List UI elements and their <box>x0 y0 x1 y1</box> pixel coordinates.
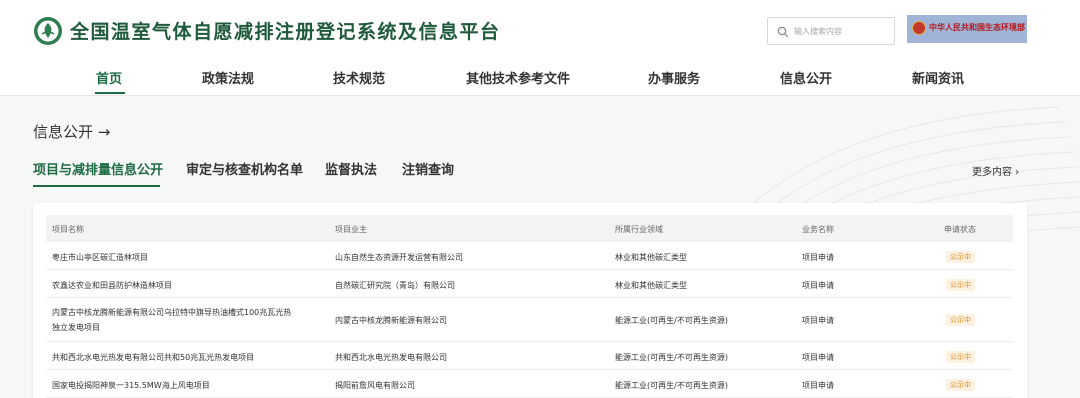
section-title-text: 信息公开 <box>33 123 94 141</box>
cell-owner: 揭阳前詹风电有限公司 <box>335 381 415 390</box>
cell-business: 项目申请 <box>802 381 834 390</box>
cell-business: 项目申请 <box>802 253 834 262</box>
nav-item-news[interactable]: 新闻资讯 <box>912 68 964 96</box>
table-row[interactable]: 农鑫达农业和田县防护林造林项目 自然碳汇研究院（青岛）有限公司 林业和其他碳汇类… <box>46 270 1013 298</box>
section-title[interactable]: 信息公开 → <box>33 121 110 142</box>
status-badge: 公示中 <box>946 279 975 291</box>
cell-business: 项目申请 <box>802 316 834 325</box>
table-row[interactable]: 枣庄市山亭区碳汇造林项目 山东自然生态资源开发运营有限公司 林业和其他碳汇类型 … <box>46 242 1013 270</box>
status-badge: 公示中 <box>946 251 975 263</box>
more-content-link[interactable]: 更多内容 › <box>972 163 1019 178</box>
search-input[interactable] <box>794 22 890 40</box>
ccer-logo-icon[interactable] <box>33 16 63 46</box>
cell-project-name-line2[interactable]: 独立发电项目 <box>52 322 100 333</box>
cell-business: 项目申请 <box>802 281 834 290</box>
status-badge: 公示中 <box>946 351 975 363</box>
tab-project-info[interactable]: 项目与减排量信息公开 <box>33 159 163 178</box>
status-badge: 公示中 <box>946 314 975 326</box>
cell-business: 项目申请 <box>802 353 834 362</box>
column-header-industry: 所属行业领域 <box>615 225 663 234</box>
subtab-active-indicator <box>33 185 160 187</box>
cell-industry: 能源工业(可再生/不可再生资源) <box>615 316 728 325</box>
table-row[interactable]: 共和西北水电光热发电有限公司共和50兆瓦光热发电项目 共和西北水电光热发电有限公… <box>46 342 1013 370</box>
nav-item-tech-spec[interactable]: 技术规范 <box>333 68 385 96</box>
cell-owner: 内蒙古中核龙腾新能源有限公司 <box>335 316 447 325</box>
cell-industry: 能源工业(可再生/不可再生资源) <box>615 353 728 362</box>
cell-owner: 山东自然生态资源开发运营有限公司 <box>335 253 463 262</box>
cell-industry: 林业和其他碳汇类型 <box>615 253 687 262</box>
cell-project-name[interactable]: 枣庄市山亭区碳汇造林项目 <box>52 252 148 263</box>
tab-supervision[interactable]: 监督执法 <box>325 159 377 178</box>
search-icon[interactable] <box>777 26 789 38</box>
nav-item-policy[interactable]: 政策法规 <box>202 68 254 96</box>
cell-owner: 自然碳汇研究院（青岛）有限公司 <box>335 281 455 290</box>
cell-project-name[interactable]: 农鑫达农业和田县防护林造林项目 <box>52 280 172 291</box>
arrow-right-icon: → <box>97 123 111 141</box>
nav-item-info-disclosure[interactable]: 信息公开 <box>780 68 832 96</box>
project-table: 项目名称 项目业主 所属行业领域 业务名称 申请状态 枣庄市山亭区碳汇造林项目 … <box>33 203 1027 398</box>
column-header-owner: 项目业主 <box>335 225 367 234</box>
status-badge: 公示中 <box>946 379 975 391</box>
tab-cancellation-query[interactable]: 注销查询 <box>402 159 454 178</box>
cell-project-name[interactable]: 内蒙古中核龙腾新能源有限公司乌拉特中旗导热油槽式100兆瓦光热 <box>52 307 291 318</box>
column-header-business: 业务名称 <box>802 225 834 234</box>
site-title[interactable]: 全国温室气体自愿减排注册登记系统及信息平台 <box>70 17 501 44</box>
cell-industry: 能源工业(可再生/不可再生资源) <box>615 381 728 390</box>
cell-owner: 共和西北水电光热发电有限公司 <box>335 353 447 362</box>
table-row[interactable]: 国家电投揭阳神泉一315.5MW海上风电项目 揭阳前詹风电有限公司 能源工业(可… <box>46 370 1013 398</box>
main-content: 信息公开 → 项目与减排量信息公开 审定与核查机构名单 监督执法 注销查询 更多… <box>0 97 1080 398</box>
ministry-label: 中华人民共和国生态环境部 <box>929 23 1025 32</box>
column-header-status: 申请状态 <box>944 225 976 234</box>
cell-project-name[interactable]: 共和西北水电光热发电有限公司共和50兆瓦光热发电项目 <box>52 352 254 363</box>
ministry-logo-link[interactable]: 中华人民共和国生态环境部 <box>907 15 1027 43</box>
cell-project-name[interactable]: 国家电投揭阳神泉一315.5MW海上风电项目 <box>52 380 210 391</box>
nav-item-services[interactable]: 办事服务 <box>648 68 700 96</box>
table-row[interactable]: 内蒙古中核龙腾新能源有限公司乌拉特中旗导热油槽式100兆瓦光热 独立发电项目 内… <box>46 298 1013 342</box>
table-header-row: 项目名称 项目业主 所属行业领域 业务名称 申请状态 <box>46 215 1013 242</box>
column-header-project-name: 项目名称 <box>52 225 84 234</box>
main-nav: 首页 政策法规 技术规范 其他技术参考文件 办事服务 信息公开 新闻资讯 <box>0 68 1080 96</box>
search-box[interactable] <box>767 17 895 45</box>
tab-validation-agencies[interactable]: 审定与核查机构名单 <box>186 159 303 178</box>
nav-item-other-tech-docs[interactable]: 其他技术参考文件 <box>466 68 570 96</box>
cell-industry: 林业和其他碳汇类型 <box>615 281 687 290</box>
nav-active-indicator <box>95 92 125 94</box>
ministry-emblem-icon <box>912 21 926 35</box>
